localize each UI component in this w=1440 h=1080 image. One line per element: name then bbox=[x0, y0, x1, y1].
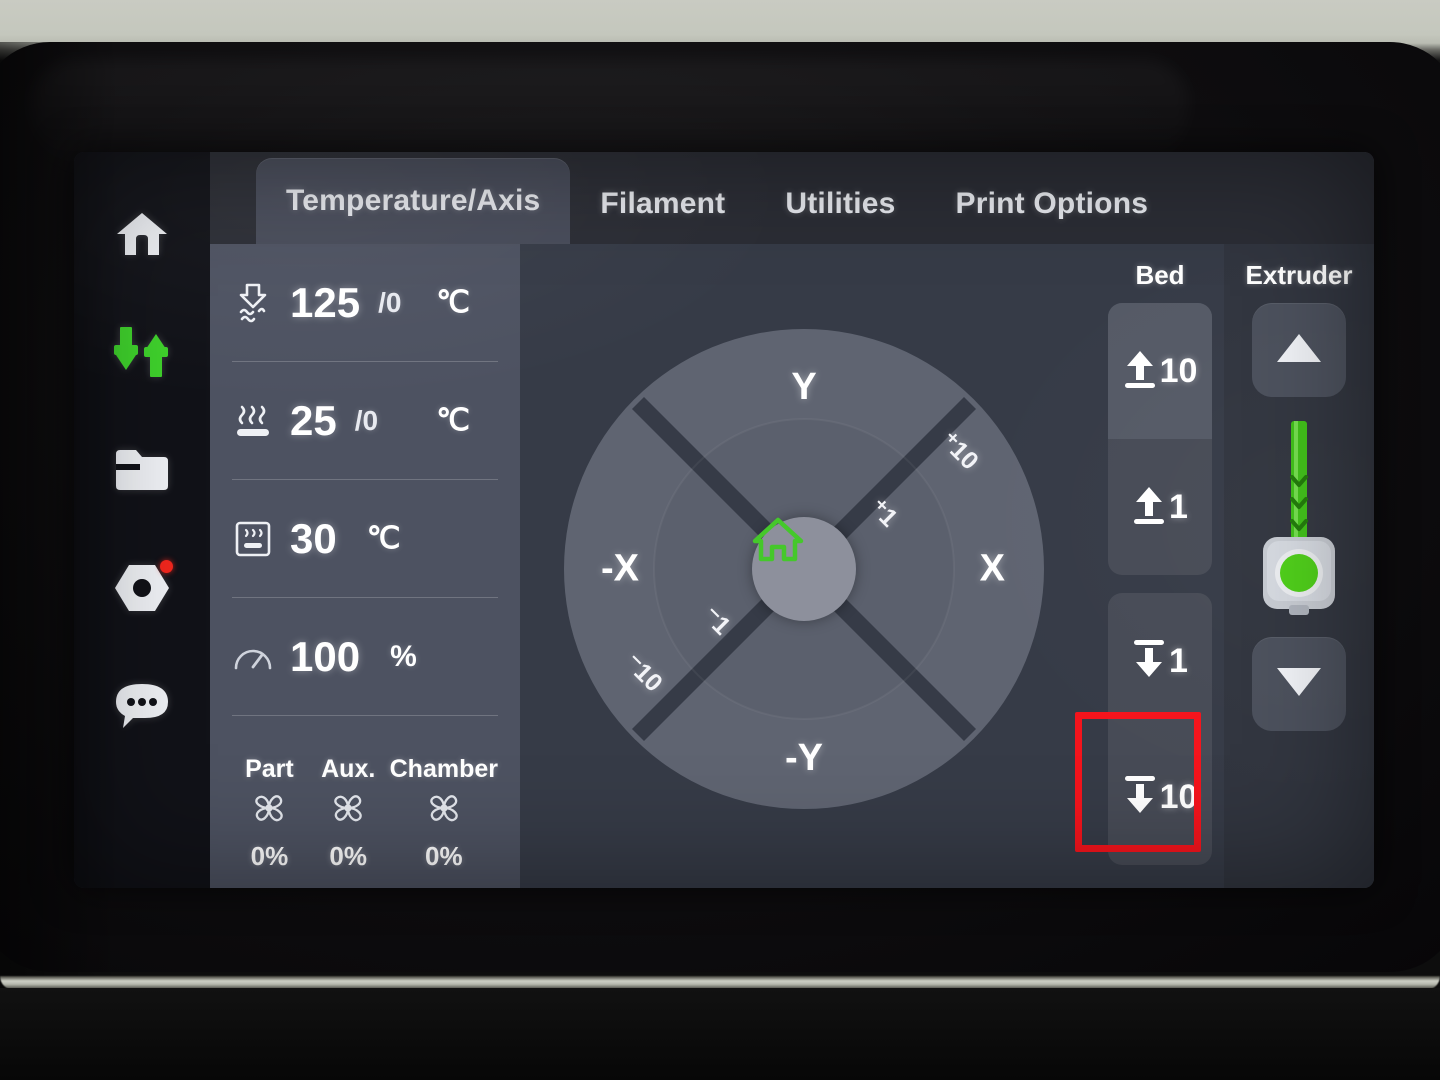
arrow-up-to-bar-icon bbox=[1123, 348, 1157, 395]
printer-lower-body bbox=[0, 988, 1440, 1080]
bed-down-1-label: 1 bbox=[1169, 641, 1188, 680]
content-area: Temperature/Axis Filament Utilities Prin… bbox=[210, 152, 1374, 888]
extruder-filament-icon bbox=[1251, 419, 1347, 619]
sidebar-item-messages[interactable] bbox=[105, 676, 179, 736]
fan-icon bbox=[248, 790, 290, 835]
triangle-down-icon bbox=[1275, 665, 1323, 704]
fan-block: Part 0% Aux. 0% Chamber 0% bbox=[232, 739, 498, 888]
sidebar bbox=[74, 152, 210, 888]
print-speed-value: 100 bbox=[290, 632, 361, 680]
printer-chassis: Temperature/Axis Filament Utilities Prin… bbox=[0, 0, 1440, 1080]
sidebar-item-control[interactable] bbox=[105, 322, 179, 382]
extruder-extrude-button[interactable] bbox=[1252, 637, 1346, 731]
extruder-retract-button[interactable] bbox=[1252, 303, 1346, 397]
chat-bubble-icon bbox=[113, 682, 171, 730]
heated-bed-icon bbox=[232, 401, 274, 441]
touchscreen[interactable]: Temperature/Axis Filament Utilities Prin… bbox=[74, 152, 1374, 888]
nozzle-current-temp: 125 bbox=[290, 278, 361, 326]
nozzle-temperature-row[interactable]: 125 /0 ℃ bbox=[232, 244, 498, 362]
bed-down-10-button[interactable]: 10 bbox=[1108, 729, 1212, 865]
sliders-icon bbox=[114, 327, 170, 377]
chamber-temp-unit: ℃ bbox=[366, 522, 401, 555]
status-panel: 125 /0 ℃ 25 /0 ℃ 30 ℃ 100 % Part 0% Aux.… bbox=[210, 244, 520, 888]
fan-chamber-value: 0% bbox=[425, 841, 463, 871]
fan-aux-value: 0% bbox=[329, 841, 367, 871]
axis-control-area: Y -Y X -X ⁺10 ⁺1 ⁻1 ⁻10 bbox=[520, 244, 1096, 888]
bed-up-10-label: 10 bbox=[1159, 351, 1198, 390]
sidebar-item-files[interactable] bbox=[105, 440, 179, 500]
fan-icon bbox=[423, 790, 465, 835]
bed-target-temp: /0 bbox=[354, 404, 379, 436]
tab-utilities[interactable]: Utilities bbox=[755, 164, 925, 244]
chamber-current-temp: 30 bbox=[290, 514, 337, 562]
nozzle-icon bbox=[232, 282, 274, 324]
nozzle-target-temp: /0 bbox=[378, 286, 402, 318]
fan-part[interactable]: Part 0% bbox=[232, 755, 307, 872]
home-axes-button[interactable] bbox=[752, 517, 856, 621]
arrow-down-to-bar-icon bbox=[1123, 774, 1157, 821]
jog-wheel[interactable]: Y -Y X -X ⁺10 ⁺1 ⁻1 ⁻10 bbox=[563, 328, 1045, 810]
fan-chamber[interactable]: Chamber 0% bbox=[390, 755, 498, 872]
bed-temperature-row[interactable]: 25 /0 ℃ bbox=[232, 362, 498, 480]
panel-row: 125 /0 ℃ 25 /0 ℃ 30 ℃ 100 % Part 0% Aux.… bbox=[210, 244, 1374, 888]
home-icon bbox=[115, 211, 169, 257]
bed-down-group: 1 10 bbox=[1108, 593, 1212, 865]
bed-down-10-label: 10 bbox=[1159, 777, 1198, 816]
bed-down-1-button[interactable]: 1 bbox=[1108, 593, 1212, 729]
bed-current-temp: 25 bbox=[290, 396, 337, 444]
bed-temp-unit: ℃ bbox=[436, 404, 470, 437]
fan-aux[interactable]: Aux. 0% bbox=[311, 755, 386, 872]
folder-icon bbox=[114, 448, 170, 492]
fan-part-label: Part bbox=[245, 755, 294, 783]
speed-gauge-icon bbox=[232, 641, 274, 673]
print-speed-unit: % bbox=[390, 639, 417, 673]
bed-control-column: Bed 10 1 1 10 bbox=[1096, 244, 1224, 888]
chamber-temperature-row[interactable]: 30 ℃ bbox=[232, 480, 498, 598]
fan-chamber-label: Chamber bbox=[389, 755, 498, 783]
tab-bar: Temperature/Axis Filament Utilities Prin… bbox=[210, 152, 1374, 244]
sidebar-item-settings[interactable] bbox=[105, 558, 179, 618]
sidebar-item-home[interactable] bbox=[105, 204, 179, 264]
bed-up-group: 10 1 bbox=[1108, 303, 1212, 575]
chamber-icon bbox=[232, 520, 274, 558]
status-spacer bbox=[232, 716, 498, 739]
fan-aux-label: Aux. bbox=[321, 755, 376, 783]
tab-print-options[interactable]: Print Options bbox=[926, 164, 1179, 244]
bed-up-10-button[interactable]: 10 bbox=[1108, 303, 1212, 439]
nozzle-temp-unit: ℃ bbox=[436, 286, 470, 319]
bed-up-1-label: 1 bbox=[1169, 487, 1188, 526]
extruder-column-title: Extruder bbox=[1245, 260, 1353, 290]
arrow-up-to-bar-icon bbox=[1132, 484, 1166, 531]
tab-filament[interactable]: Filament bbox=[570, 164, 755, 244]
bed-up-1-button[interactable]: 1 bbox=[1108, 439, 1212, 575]
settings-notification-badge bbox=[160, 560, 173, 573]
triangle-up-icon bbox=[1275, 331, 1323, 370]
fan-icon bbox=[327, 790, 369, 835]
fan-part-value: 0% bbox=[250, 841, 289, 871]
tab-temperature-axis[interactable]: Temperature/Axis bbox=[256, 158, 571, 244]
extruder-control-column: Extruder bbox=[1224, 244, 1374, 888]
print-speed-row[interactable]: 100 % bbox=[232, 598, 498, 716]
bed-column-title: Bed bbox=[1135, 260, 1185, 290]
arrow-down-to-bar-icon bbox=[1132, 638, 1166, 685]
